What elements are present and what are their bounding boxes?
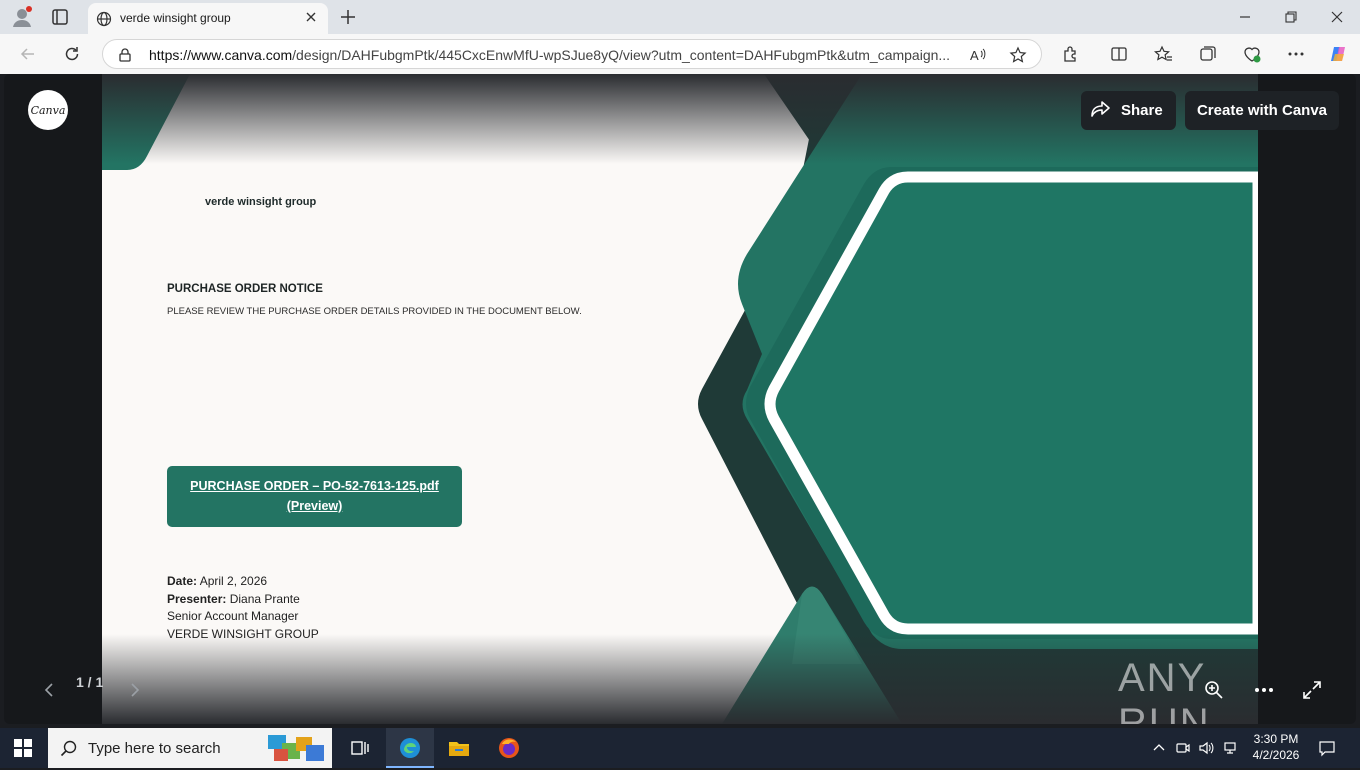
task-view-icon[interactable]	[348, 736, 372, 760]
windows-start-icon[interactable]	[14, 739, 32, 757]
notice-title: PURCHASE ORDER NOTICE	[167, 283, 323, 295]
collections-icon[interactable]	[1198, 44, 1218, 64]
windows-taskbar: Type here to search 3:30 PM 4/2/2026	[0, 728, 1360, 768]
presenter-role: Senior Account Manager	[167, 609, 299, 623]
new-tab-icon[interactable]	[338, 7, 358, 27]
search-highlight-image	[266, 731, 328, 765]
back-icon[interactable]	[18, 44, 38, 64]
meet-now-icon[interactable]	[1175, 740, 1191, 756]
notifications-icon[interactable]	[1318, 739, 1336, 757]
presenter-org: VERDE WINSIGHT GROUP	[167, 626, 319, 641]
more-options-icon[interactable]	[1253, 679, 1275, 701]
search-placeholder: Type here to search	[88, 740, 221, 757]
purchase-order-link-button[interactable]: PURCHASE ORDER – PO-52-7613-125.pdf (Pre…	[167, 466, 462, 527]
close-tab-icon[interactable]	[304, 10, 318, 24]
system-clock[interactable]: 3:30 PM 4/2/2026	[1248, 731, 1304, 763]
share-label: Share	[1121, 102, 1163, 119]
url-path: /design/DAHFubgmPtk/445CxcEnwMfU-wpSJue8…	[292, 47, 951, 63]
firefox-icon[interactable]	[497, 736, 521, 760]
next-page-icon[interactable]	[124, 679, 146, 701]
profile-icon[interactable]	[10, 5, 34, 29]
presenter-details: Date: April 2, 2026 Presenter: Diana Pra…	[167, 573, 319, 643]
network-icon[interactable]	[1222, 740, 1238, 756]
zoom-icon[interactable]	[1203, 679, 1225, 701]
close-window-icon[interactable]	[1328, 8, 1346, 26]
search-icon	[60, 739, 78, 757]
url-text[interactable]: https://www.canva.com/design/DAHFubgmPtk…	[149, 47, 959, 63]
more-menu-icon[interactable]	[1286, 44, 1306, 64]
split-screen-icon[interactable]	[1109, 44, 1129, 64]
canva-viewer: Canva verde winsight group PURCHASE ORDE…	[4, 74, 1356, 724]
tab-actions-icon[interactable]	[50, 7, 70, 27]
svg-text:A: A	[970, 48, 979, 63]
po-link-filename: PURCHASE ORDER – PO-52-7613-125.pdf	[190, 479, 439, 493]
taskbar-search[interactable]: Type here to search	[48, 728, 332, 768]
bottom-shade	[102, 634, 1258, 724]
page-counter: 1 / 1	[76, 674, 104, 690]
clock-time: 3:30 PM	[1253, 732, 1299, 746]
clock-date: 4/2/2026	[1252, 748, 1300, 762]
date-label: Date:	[167, 574, 198, 588]
file-explorer-icon[interactable]	[447, 736, 471, 760]
share-icon	[1091, 100, 1111, 122]
restore-icon[interactable]	[1282, 8, 1300, 26]
url-host: https://www.canva.com	[149, 47, 293, 63]
lock-icon[interactable]	[117, 47, 133, 63]
fullscreen-icon[interactable]	[1301, 679, 1323, 701]
url-field[interactable]: https://www.canva.com/design/DAHFubgmPtk…	[102, 39, 1042, 69]
presenter-line: Presenter: Diana Prante	[167, 591, 319, 609]
volume-icon[interactable]	[1198, 740, 1214, 756]
copilot-icon[interactable]	[1328, 44, 1348, 64]
date-value: April 2, 2026	[199, 574, 268, 588]
active-tab[interactable]: verde winsight group	[88, 3, 328, 34]
company-name: verde winsight group	[205, 196, 317, 208]
presenter-value: Diana Prante	[229, 591, 300, 606]
presenter-label: Presenter:	[167, 591, 227, 606]
browser-essentials-icon[interactable]	[1242, 44, 1262, 64]
minimize-icon[interactable]	[1236, 8, 1254, 26]
show-hidden-icons-icon[interactable]	[1151, 740, 1167, 756]
extensions-icon[interactable]	[1061, 44, 1081, 64]
favorite-star-icon[interactable]	[1009, 46, 1027, 64]
globe-icon	[96, 11, 112, 27]
po-link-preview: (Preview)	[286, 499, 343, 513]
browser-tab-bar: verde winsight group	[0, 0, 1360, 34]
tab-title: verde winsight group	[120, 11, 231, 25]
notice-subtitle: PLEASE REVIEW THE PURCHASE ORDER DETAILS…	[167, 306, 582, 317]
favorites-icon[interactable]	[1153, 44, 1173, 64]
date-line: Date: April 2, 2026	[167, 573, 319, 591]
edge-taskbar-button[interactable]	[386, 728, 434, 768]
read-aloud-icon[interactable]: A	[969, 46, 987, 64]
watermark-text: ANY RUN	[1118, 656, 1211, 724]
canva-logo[interactable]: Canva	[28, 90, 68, 130]
share-button[interactable]: Share	[1081, 91, 1176, 130]
design-slide: verde winsight group PURCHASE ORDER NOTI…	[102, 74, 1258, 724]
create-with-canva-button[interactable]: Create with Canva	[1185, 91, 1339, 130]
refresh-icon[interactable]	[62, 44, 82, 64]
edge-icon	[400, 738, 420, 758]
address-bar-row: https://www.canva.com/design/DAHFubgmPtk…	[0, 34, 1360, 74]
previous-page-icon[interactable]	[38, 679, 60, 701]
